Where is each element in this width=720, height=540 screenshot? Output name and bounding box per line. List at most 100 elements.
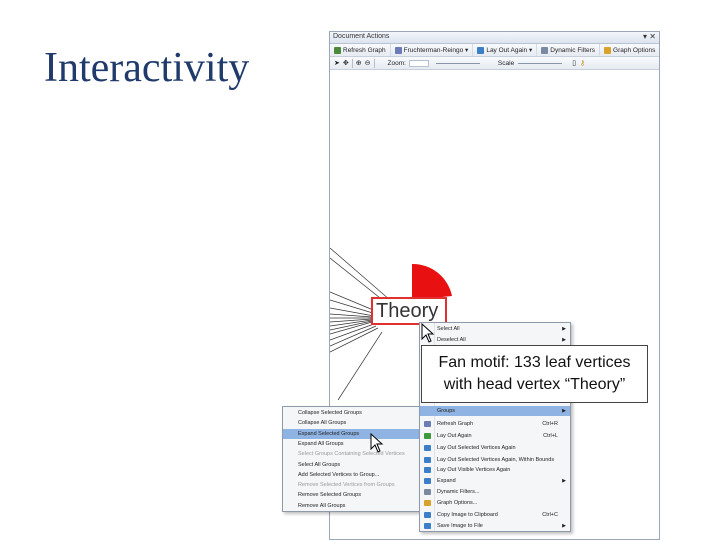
refresh-icon bbox=[334, 46, 341, 54]
context-menu-item[interactable]: Save Image to File ▶ bbox=[420, 521, 570, 531]
context-menu-item[interactable]: Lay Out Selected Vertices Again bbox=[420, 443, 570, 453]
zoom-in-icon[interactable]: ⊕ bbox=[356, 59, 362, 67]
context-menu-item[interactable]: Groups ▶ bbox=[420, 406, 570, 416]
menu-item-icon bbox=[424, 523, 431, 529]
menu-item-icon bbox=[424, 489, 431, 495]
groups-submenu-item-label: Collapse Selected Groups bbox=[298, 410, 362, 416]
slide-title: Interactivity bbox=[44, 45, 250, 91]
lay-out-again-icon bbox=[477, 46, 485, 54]
hand-icon[interactable]: ✥ bbox=[343, 59, 349, 67]
groups-submenu-item-label: Expand Selected Groups bbox=[298, 430, 360, 437]
chevron-right-icon: ▶ bbox=[562, 523, 566, 529]
groups-submenu-item-label: Collapse All Groups bbox=[298, 420, 347, 427]
context-menu-item[interactable]: Copy Image to Clipboard Ctrl+C bbox=[420, 510, 570, 520]
context-menu-item[interactable]: Select All ▶ bbox=[420, 324, 570, 334]
context-menu-item-label: Dynamic Filters... bbox=[437, 489, 480, 495]
context-menu-item[interactable]: Graph Options... bbox=[420, 498, 570, 508]
groups-submenu-item-label: Remove All Groups bbox=[298, 502, 346, 509]
context-menu-item[interactable]: Refresh Graph Ctrl+R bbox=[420, 419, 570, 429]
groups-submenu-item[interactable]: Remove Selected Vertices from Groups bbox=[283, 480, 420, 490]
context-menu-item-shortcut: Ctrl+C bbox=[542, 512, 558, 518]
window-title: Document Actions bbox=[333, 33, 390, 40]
context-menu-item[interactable]: Expand ▶ bbox=[420, 476, 570, 486]
context-menu-item-label: Save Image to File bbox=[437, 523, 483, 529]
chevron-down-icon: ▾ bbox=[527, 47, 533, 54]
dynamic-filters-button[interactable]: Dynamic Filters bbox=[537, 44, 601, 56]
chevron-down-icon: ▾ bbox=[463, 47, 469, 54]
groups-submenu-item[interactable]: Collapse All Groups bbox=[283, 418, 420, 428]
graph-options-icon bbox=[604, 46, 612, 54]
lay-out-again-label: Lay Out Again bbox=[486, 46, 528, 54]
context-menu-item-label: Lay Out Selected Vertices Again, Within … bbox=[437, 457, 555, 463]
context-menu-item-label: Lay Out Selected Vertices Again bbox=[437, 445, 516, 451]
layout-icon bbox=[394, 46, 402, 54]
dynamic-filters-label: Dynamic Filters bbox=[550, 46, 596, 54]
toolbar-view: ➤ ✥ ⊕ ⊖ Zoom: Scale ▯ ⚷ bbox=[330, 57, 659, 70]
groups-submenu-item-label: Select All Groups bbox=[298, 461, 341, 468]
context-menu-item-label: Refresh Graph bbox=[437, 421, 474, 427]
annotation-callout: Fan motif: 133 leaf vertices with head v… bbox=[421, 345, 648, 403]
graph-options-button[interactable]: Graph Options bbox=[600, 44, 659, 56]
refresh-graph-button[interactable]: Refresh Graph bbox=[330, 44, 391, 56]
groups-submenu-item[interactable]: Select Groups Containing Selected Vertic… bbox=[283, 449, 420, 459]
mouse-cursor-icon bbox=[421, 323, 435, 343]
context-menu-item-label: Graph Options... bbox=[437, 500, 478, 506]
zoom-label: Zoom: bbox=[387, 59, 406, 67]
scale-label: Scale bbox=[497, 59, 515, 67]
layout-dropdown[interactable]: Fruchterman-Reingo ▾ bbox=[391, 44, 474, 56]
head-vertex-label[interactable]: Theory bbox=[371, 297, 447, 325]
context-menu-item-shortcut: Ctrl+R bbox=[542, 421, 558, 427]
groups-submenu-item[interactable]: Add Selected Vertices to Group... bbox=[283, 470, 420, 480]
groups-submenu-item-label: Remove Selected Vertices from Groups bbox=[298, 482, 395, 489]
scale-slider[interactable] bbox=[518, 62, 563, 64]
chevron-right-icon: ▶ bbox=[562, 337, 566, 343]
menu-item-icon bbox=[424, 467, 431, 473]
lay-out-again-button[interactable]: Lay Out Again ▾ bbox=[473, 44, 538, 56]
menu-item-icon bbox=[424, 512, 431, 518]
callout-line-2: with head vertex “Theory” bbox=[443, 376, 626, 393]
groups-submenu-item[interactable]: Expand Selected Groups bbox=[283, 428, 420, 439]
groups-submenu-item[interactable]: Remove All Groups bbox=[283, 501, 420, 511]
context-menu-item[interactable]: Lay Out Visible Vertices Again bbox=[420, 465, 570, 475]
chevron-right-icon: ▶ bbox=[562, 478, 566, 484]
context-menu-item-shortcut: Ctrl+L bbox=[543, 433, 558, 439]
zoom-out-icon[interactable]: ⊖ bbox=[365, 59, 371, 67]
menu-item-icon bbox=[424, 421, 431, 427]
window-controls[interactable]: ▾ ✕ bbox=[643, 32, 656, 41]
lock-icon[interactable]: ▯ bbox=[572, 59, 576, 67]
head-vertex-shape[interactable] bbox=[412, 263, 452, 300]
graph-options-label: Graph Options bbox=[613, 46, 656, 54]
menu-item-icon bbox=[424, 433, 431, 439]
context-menu-item[interactable]: Dynamic Filters... bbox=[420, 487, 570, 497]
context-menu-item-label: Groups bbox=[437, 408, 456, 414]
menu-item-icon bbox=[424, 445, 431, 451]
groups-submenu-item[interactable]: Collapse Selected Groups bbox=[283, 408, 420, 418]
context-menu-item[interactable]: Lay Out Again Ctrl+L bbox=[420, 431, 570, 441]
context-menu-item[interactable]: Lay Out Selected Vertices Again, Within … bbox=[420, 455, 570, 465]
refresh-graph-label: Refresh Graph bbox=[343, 46, 386, 54]
menu-item-icon bbox=[424, 500, 431, 506]
zoom-field[interactable] bbox=[408, 59, 429, 67]
groups-submenu-item-label: Remove Selected Groups bbox=[298, 492, 361, 499]
groups-submenu-item-label: Expand All Groups bbox=[298, 440, 344, 447]
select-cursor-icon[interactable]: ➤ bbox=[334, 59, 340, 67]
context-menu-item-label: Expand bbox=[437, 478, 456, 484]
chevron-right-icon: ▶ bbox=[562, 326, 566, 332]
groups-submenu-item-label: Select Groups Containing Selected Vertic… bbox=[298, 451, 405, 458]
filter-icon bbox=[541, 46, 549, 54]
context-menu-item-label: Select All bbox=[437, 326, 460, 332]
context-menu-item[interactable]: Deselect All ▶ bbox=[420, 335, 570, 345]
groups-submenu-item[interactable]: Select All Groups bbox=[283, 460, 420, 470]
context-menu-item-label: Lay Out Again bbox=[437, 433, 472, 439]
key-icon[interactable]: ⚷ bbox=[580, 59, 585, 67]
zoom-slider[interactable] bbox=[435, 62, 480, 64]
groups-submenu: Collapse Selected Groups Collapse All Gro… bbox=[282, 406, 421, 512]
callout-line-1: Fan motif: 133 leaf vertices bbox=[438, 354, 631, 371]
mouse-cursor-icon bbox=[370, 433, 384, 453]
menu-item-icon bbox=[424, 457, 431, 463]
context-menu-item-label: Lay Out Visible Vertices Again bbox=[437, 467, 511, 473]
groups-submenu-item[interactable]: Remove Selected Groups bbox=[283, 490, 420, 500]
groups-submenu-item[interactable]: Expand All Groups bbox=[283, 439, 420, 449]
toolbar-main: Refresh Graph Fruchterman-Reingo ▾ Lay O… bbox=[330, 44, 659, 57]
groups-submenu-item-label: Add Selected Vertices to Group... bbox=[298, 471, 380, 478]
